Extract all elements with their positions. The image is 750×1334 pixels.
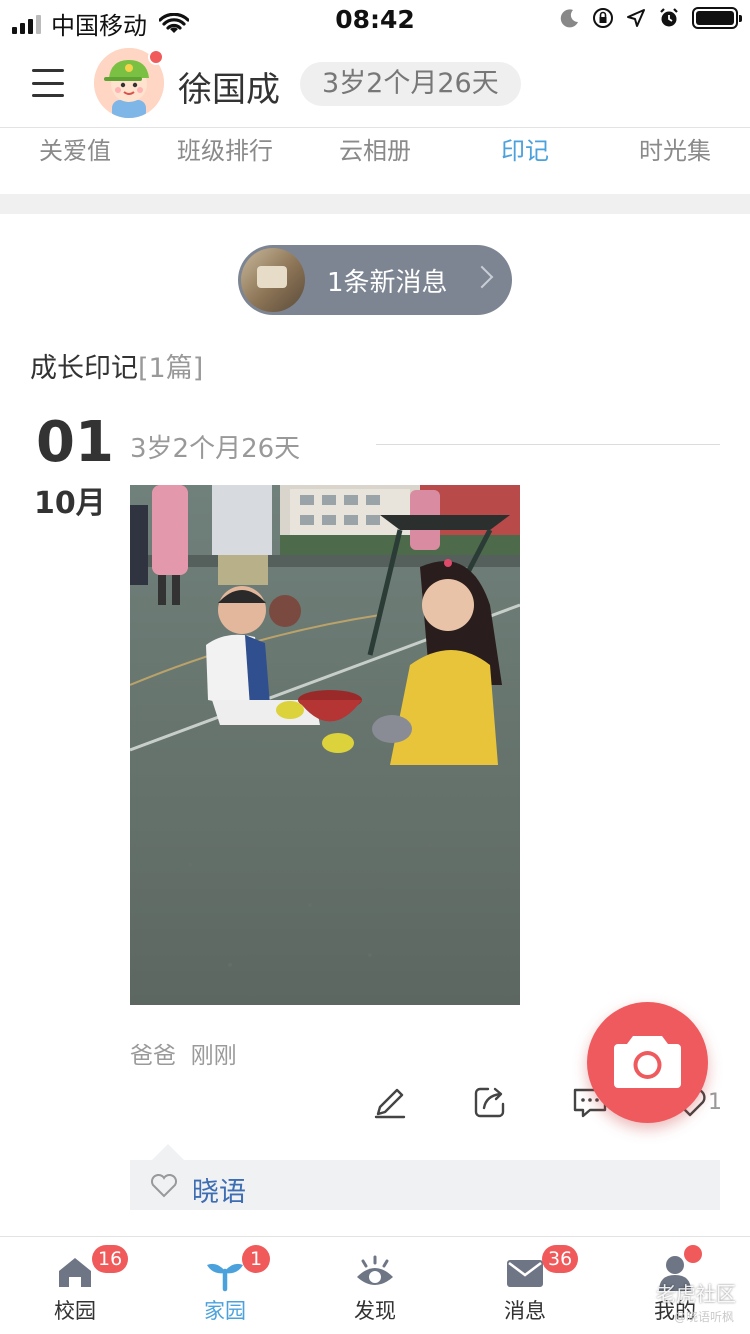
alarm-icon: [660, 8, 678, 27]
menu-icon[interactable]: [32, 69, 64, 97]
section-count: [1篇]: [138, 353, 204, 384]
status-bar: 中国移动 08:42: [0, 0, 750, 40]
child-name: 徐国成: [178, 70, 280, 110]
liker-name[interactable]: 晓语: [192, 1170, 246, 1209]
like-count: 1: [708, 1090, 722, 1115]
share-icon[interactable]: [472, 1084, 508, 1120]
battery-icon: [692, 7, 742, 29]
entry-day: 01: [36, 410, 114, 475]
home-badge: 1: [242, 1245, 270, 1273]
tab-class-ranking[interactable]: 班级排行: [150, 128, 300, 194]
heart-outline-icon: [150, 1174, 178, 1198]
messages-badge: 36: [542, 1245, 579, 1273]
entry-divider: [376, 444, 720, 445]
entry-photo[interactable]: [130, 485, 520, 1005]
nav-label-messages: 消息: [504, 1299, 546, 1323]
section-title-text: 成长印记: [30, 353, 138, 384]
entry-age: 3岁2个月26天: [130, 434, 301, 464]
watermark-sub: @晓语听枫: [673, 1310, 734, 1324]
nav-item-home[interactable]: 1 家园: [150, 1237, 300, 1334]
entry-meta: 爸爸 刚刚: [130, 1036, 237, 1070]
rotation-lock-icon: [593, 8, 613, 28]
tab-bar: 关爱值 班级排行 云相册 印记 时光集: [0, 128, 750, 194]
me-dot-badge: [684, 1245, 702, 1263]
tab-imprint[interactable]: 印记: [450, 128, 600, 194]
moon-icon: [560, 9, 578, 28]
mail-icon: [507, 1260, 543, 1287]
new-message-button[interactable]: 1条新消息: [238, 245, 512, 315]
new-message-label: 1条新消息: [327, 267, 448, 298]
status-right: [560, 7, 742, 29]
likes-box: 晓语: [130, 1144, 720, 1210]
camera-icon: [614, 1036, 681, 1088]
message-thumbnail: [241, 248, 305, 312]
photo-illustration: [130, 485, 520, 1005]
nav-item-messages[interactable]: 36 消息: [450, 1237, 600, 1334]
tab-love-value[interactable]: 关爱值: [0, 128, 150, 194]
nav-label-home: 家园: [204, 1299, 246, 1323]
tab-time-collection[interactable]: 时光集: [600, 128, 750, 194]
eye-icon: [357, 1255, 393, 1285]
avatar-notification-dot: [148, 49, 164, 65]
nav-label-discover: 发现: [354, 1299, 396, 1323]
entry-time: 刚刚: [190, 1043, 237, 1069]
nav-label-school: 校园: [54, 1299, 96, 1323]
watermark: 老虎社区: [656, 1282, 736, 1306]
location-icon: [627, 9, 645, 27]
nav-item-discover[interactable]: 发现: [300, 1237, 450, 1334]
nav-item-school[interactable]: 16 校园: [0, 1237, 150, 1334]
chevron-right-icon: [470, 265, 494, 289]
entry-author: 爸爸: [130, 1043, 176, 1069]
edit-icon[interactable]: [372, 1084, 408, 1120]
section-title: 成长印记[1篇]: [30, 346, 203, 385]
header: 徐国成 3岁2个月26天: [0, 40, 750, 128]
sprout-icon: [207, 1263, 243, 1292]
bottom-nav: 16 校园 1 家园 发现 36 消息 我的: [0, 1236, 750, 1334]
age-badge: 3岁2个月26天: [300, 62, 521, 106]
entry-month: 10月: [34, 486, 106, 521]
camera-button[interactable]: [587, 1002, 708, 1123]
section-divider: [0, 194, 750, 214]
school-badge: 16: [92, 1245, 129, 1273]
school-icon: [59, 1258, 91, 1287]
tab-cloud-album[interactable]: 云相册: [300, 128, 450, 194]
